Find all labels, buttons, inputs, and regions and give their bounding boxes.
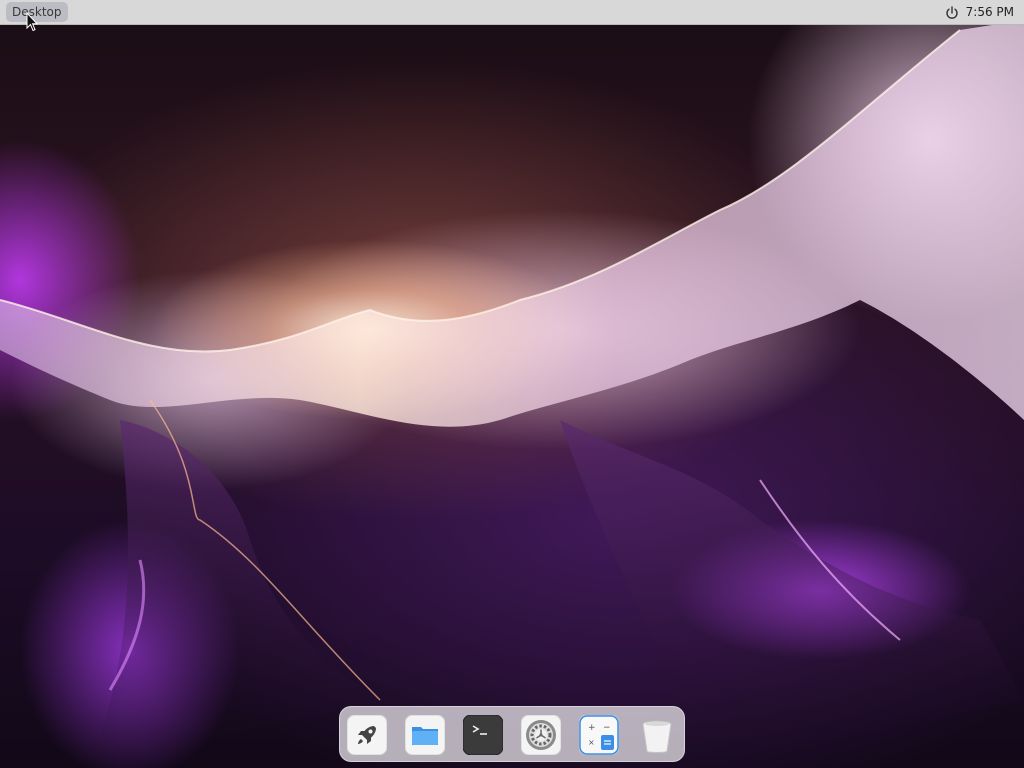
top-panel: Desktop 7:56 PM [0, 0, 1024, 25]
clock[interactable]: 7:56 PM [966, 0, 1014, 25]
mouse-cursor-icon [26, 12, 38, 32]
wallpaper-wave-art [0, 20, 1024, 768]
dock: + − × [339, 706, 685, 762]
svg-text:−: − [603, 723, 611, 733]
gear-icon [521, 715, 561, 755]
svg-text:×: × [588, 738, 595, 747]
dock-item-calculator[interactable]: + − × [579, 715, 619, 755]
terminal-icon [463, 715, 503, 755]
dock-item-launcher[interactable] [347, 715, 387, 755]
svg-text:+: + [588, 723, 596, 733]
power-icon[interactable] [944, 5, 960, 21]
dock-item-settings[interactable] [521, 715, 561, 755]
dock-item-files[interactable] [405, 715, 445, 755]
rocket-icon [347, 715, 387, 755]
calculator-icon: + − × [579, 715, 619, 755]
dock-item-terminal[interactable] [463, 715, 503, 755]
trash-icon [642, 720, 672, 753]
desktop-wallpaper[interactable]: Desktop 7:56 PM + − × [0, 0, 1024, 768]
dock-item-trash[interactable] [637, 715, 677, 755]
folder-icon [405, 715, 445, 755]
